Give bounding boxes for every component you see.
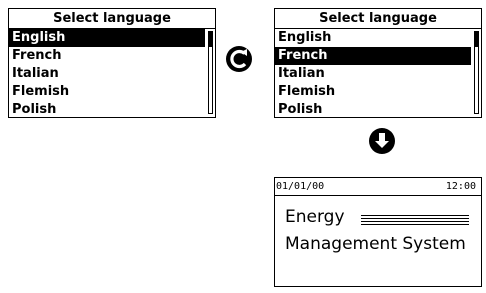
- rotate-icon: [226, 46, 252, 72]
- language-item-english[interactable]: English: [9, 29, 205, 47]
- language-screen-left: Select language English French Italian F…: [8, 8, 216, 118]
- screen-title: Select language: [275, 9, 481, 29]
- language-item-italian[interactable]: Italian: [9, 65, 205, 83]
- language-item-french[interactable]: French: [275, 47, 471, 65]
- time-display: 12:00: [445, 181, 476, 192]
- language-list: English French Italian Flemish Polish: [9, 29, 205, 117]
- language-item-english[interactable]: English: [275, 29, 471, 47]
- language-item-polish[interactable]: Polish: [9, 101, 205, 119]
- language-item-flemish[interactable]: Flemish: [275, 83, 471, 101]
- date-display: 01/01/00: [276, 181, 325, 192]
- scrollbar[interactable]: [208, 31, 213, 114]
- language-item-polish[interactable]: Polish: [275, 101, 471, 119]
- language-list: English French Italian Flemish Polish: [275, 29, 471, 117]
- language-item-italian[interactable]: Italian: [275, 65, 471, 83]
- language-item-french[interactable]: French: [9, 47, 205, 65]
- home-screen: 01/01/00 12:00 Energy Management System: [274, 177, 482, 287]
- scrollbar[interactable]: [474, 31, 479, 114]
- language-item-flemish[interactable]: Flemish: [9, 83, 205, 101]
- title-line-1: Energy: [285, 207, 345, 227]
- language-screen-right: Select language English French Italian F…: [274, 8, 482, 118]
- scrollbar-thumb[interactable]: [209, 32, 212, 47]
- scrollbar-thumb[interactable]: [475, 32, 478, 47]
- title-line-2: Management System: [285, 234, 466, 254]
- screen-title: Select language: [9, 9, 215, 29]
- status-bar: 01/01/00 12:00: [275, 178, 481, 196]
- decorative-lines: [361, 215, 469, 225]
- arrow-down-icon: [369, 128, 395, 154]
